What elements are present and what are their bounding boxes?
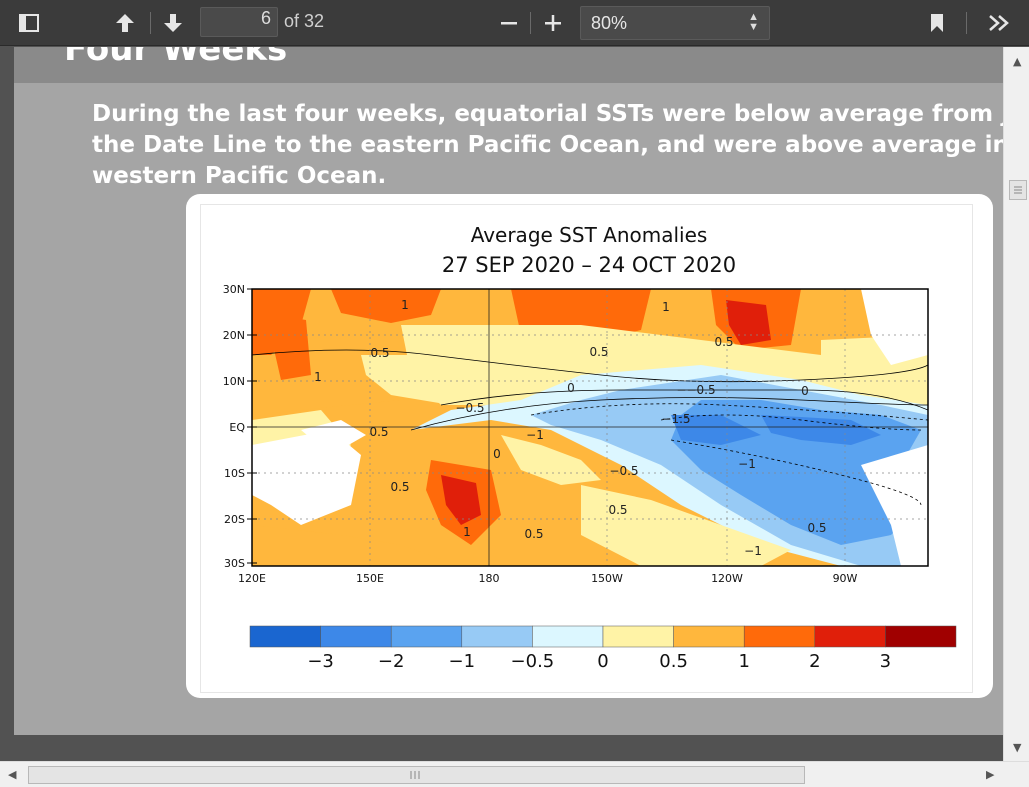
slide-paragraph: During the last four weeks, equatorial S… <box>92 99 1003 192</box>
contour-label: 0 <box>567 381 575 395</box>
colorbar-label: −0.5 <box>511 651 555 672</box>
vertical-scrollbar[interactable]: ▲ ▼ <box>1003 47 1029 761</box>
slide-page: Four Weeks During the last four weeks, e… <box>14 47 1003 735</box>
sst-map-svg: Average SST Anomalies 27 SEP 2020 – 24 O… <box>223 223 957 672</box>
toolbar-divider <box>150 12 151 34</box>
contour-label: 1 <box>314 370 322 384</box>
contour-label: 1 <box>662 300 670 314</box>
colorbar-swatch <box>814 625 886 648</box>
sidebar-toggle-icon[interactable] <box>14 8 44 38</box>
colorbar-label: 1 <box>738 651 749 672</box>
contour-label: 0.5 <box>608 503 627 517</box>
toolbar-divider <box>530 12 531 34</box>
document-viewer[interactable]: Four Weeks During the last four weeks, e… <box>0 47 1003 761</box>
paragraph-line: the Date Line to the eastern Pacific Oce… <box>92 132 1003 158</box>
colorbar-label: 0 <box>597 651 608 672</box>
page-number-input[interactable]: 6 <box>200 7 278 37</box>
latitude-label: EQ <box>229 421 245 434</box>
contour-label: −1 <box>738 457 756 471</box>
colorbar-swatch <box>320 625 392 648</box>
longitude-label: 120W <box>711 572 743 585</box>
next-page-icon[interactable] <box>158 8 188 38</box>
paragraph-line: During the last four weeks, equatorial S… <box>92 101 1003 127</box>
colorbar-label: −1 <box>449 651 476 672</box>
contour-label: 0.5 <box>524 527 543 541</box>
sst-anomaly-figure: Average SST Anomalies 27 SEP 2020 – 24 O… <box>200 204 973 693</box>
longitude-label: 120E <box>238 572 266 585</box>
contour-label: 1 <box>401 298 409 312</box>
latitude-label: 10N <box>223 375 245 388</box>
page-count-label: of 32 <box>284 11 325 31</box>
zoom-in-icon[interactable] <box>538 8 568 38</box>
colorbar-swatch <box>602 625 674 648</box>
zoom-value: 80% <box>591 13 628 33</box>
scroll-up-icon[interactable]: ▲ <box>1013 55 1021 68</box>
contour-label: 0.5 <box>714 335 733 349</box>
contour-label: −0.5 <box>609 464 638 478</box>
scroll-left-icon[interactable]: ◀ <box>8 768 16 781</box>
previous-page-icon[interactable] <box>110 8 140 38</box>
longitude-label: 90W <box>833 572 858 585</box>
colorbar-label: 2 <box>809 651 820 672</box>
scroll-down-icon[interactable]: ▼ <box>1013 741 1021 754</box>
longitude-label: 180 <box>479 572 500 585</box>
longitude-label: 150W <box>591 572 623 585</box>
latitude-label: 20S <box>224 513 245 526</box>
colorbar-swatch <box>743 625 816 648</box>
bookmark-icon[interactable] <box>924 8 950 38</box>
select-arrows-icon: ▲ ▼ <box>748 11 759 33</box>
anomaly-field <box>252 289 928 566</box>
contour-label: −−0.5 <box>676 383 715 397</box>
toolbar-divider <box>966 12 967 34</box>
colorbar-swatch <box>673 625 745 648</box>
colorbar-swatch <box>390 625 463 648</box>
contour-label: 0 <box>493 447 501 461</box>
colorbar <box>249 625 957 648</box>
colorbar-label: 3 <box>880 651 891 672</box>
contour-label: 0.5 <box>589 345 608 359</box>
colorbar-swatch <box>532 625 604 648</box>
contour-label: −1.5 <box>661 412 690 426</box>
latitude-label: 10S <box>224 467 245 480</box>
colorbar-swatch <box>885 625 957 648</box>
colorbar-label: −2 <box>378 651 405 672</box>
figure-date-range: 27 SEP 2020 – 24 OCT 2020 <box>442 253 736 277</box>
figure-title: Average SST Anomalies <box>471 223 708 247</box>
latitude-label: 20N <box>223 329 245 342</box>
contour-label: 0.5 <box>807 521 826 535</box>
colorbar-swatch <box>461 625 533 648</box>
latitude-label: 30S <box>224 557 245 570</box>
vertical-scroll-thumb[interactable] <box>1009 180 1027 200</box>
colorbar-label: −3 <box>307 651 334 672</box>
colorbar-swatch <box>249 625 321 648</box>
zoom-select[interactable]: 80% ▲ ▼ <box>580 6 770 40</box>
contour-label: −1 <box>744 544 762 558</box>
contour-label: 0.5 <box>369 425 388 439</box>
longitude-label: 150E <box>356 572 384 585</box>
contour-label: 0.5 <box>370 346 389 360</box>
tools-menu-icon[interactable] <box>982 8 1016 38</box>
zoom-out-icon[interactable] <box>494 8 524 38</box>
latitude-label: 30N <box>223 283 245 296</box>
slide-title: Four Weeks <box>64 47 288 69</box>
contour-label: 1 <box>463 525 471 539</box>
figure-card: Average SST Anomalies 27 SEP 2020 – 24 O… <box>186 194 993 698</box>
pdf-toolbar: 6 of 32 80% ▲ ▼ <box>0 0 1029 46</box>
paragraph-line: western Pacific Ocean. <box>92 163 387 189</box>
contour-label: 0.5 <box>390 480 409 494</box>
horizontal-scroll-thumb[interactable] <box>28 766 805 784</box>
scroll-right-icon[interactable]: ▶ <box>986 768 994 781</box>
contour-label: 0 <box>801 384 809 398</box>
colorbar-label: 0.5 <box>659 651 688 672</box>
contour-label: −1 <box>526 428 544 442</box>
horizontal-scrollbar[interactable]: ◀ ▶ <box>0 761 1029 787</box>
contour-label: −0.5 <box>455 401 484 415</box>
